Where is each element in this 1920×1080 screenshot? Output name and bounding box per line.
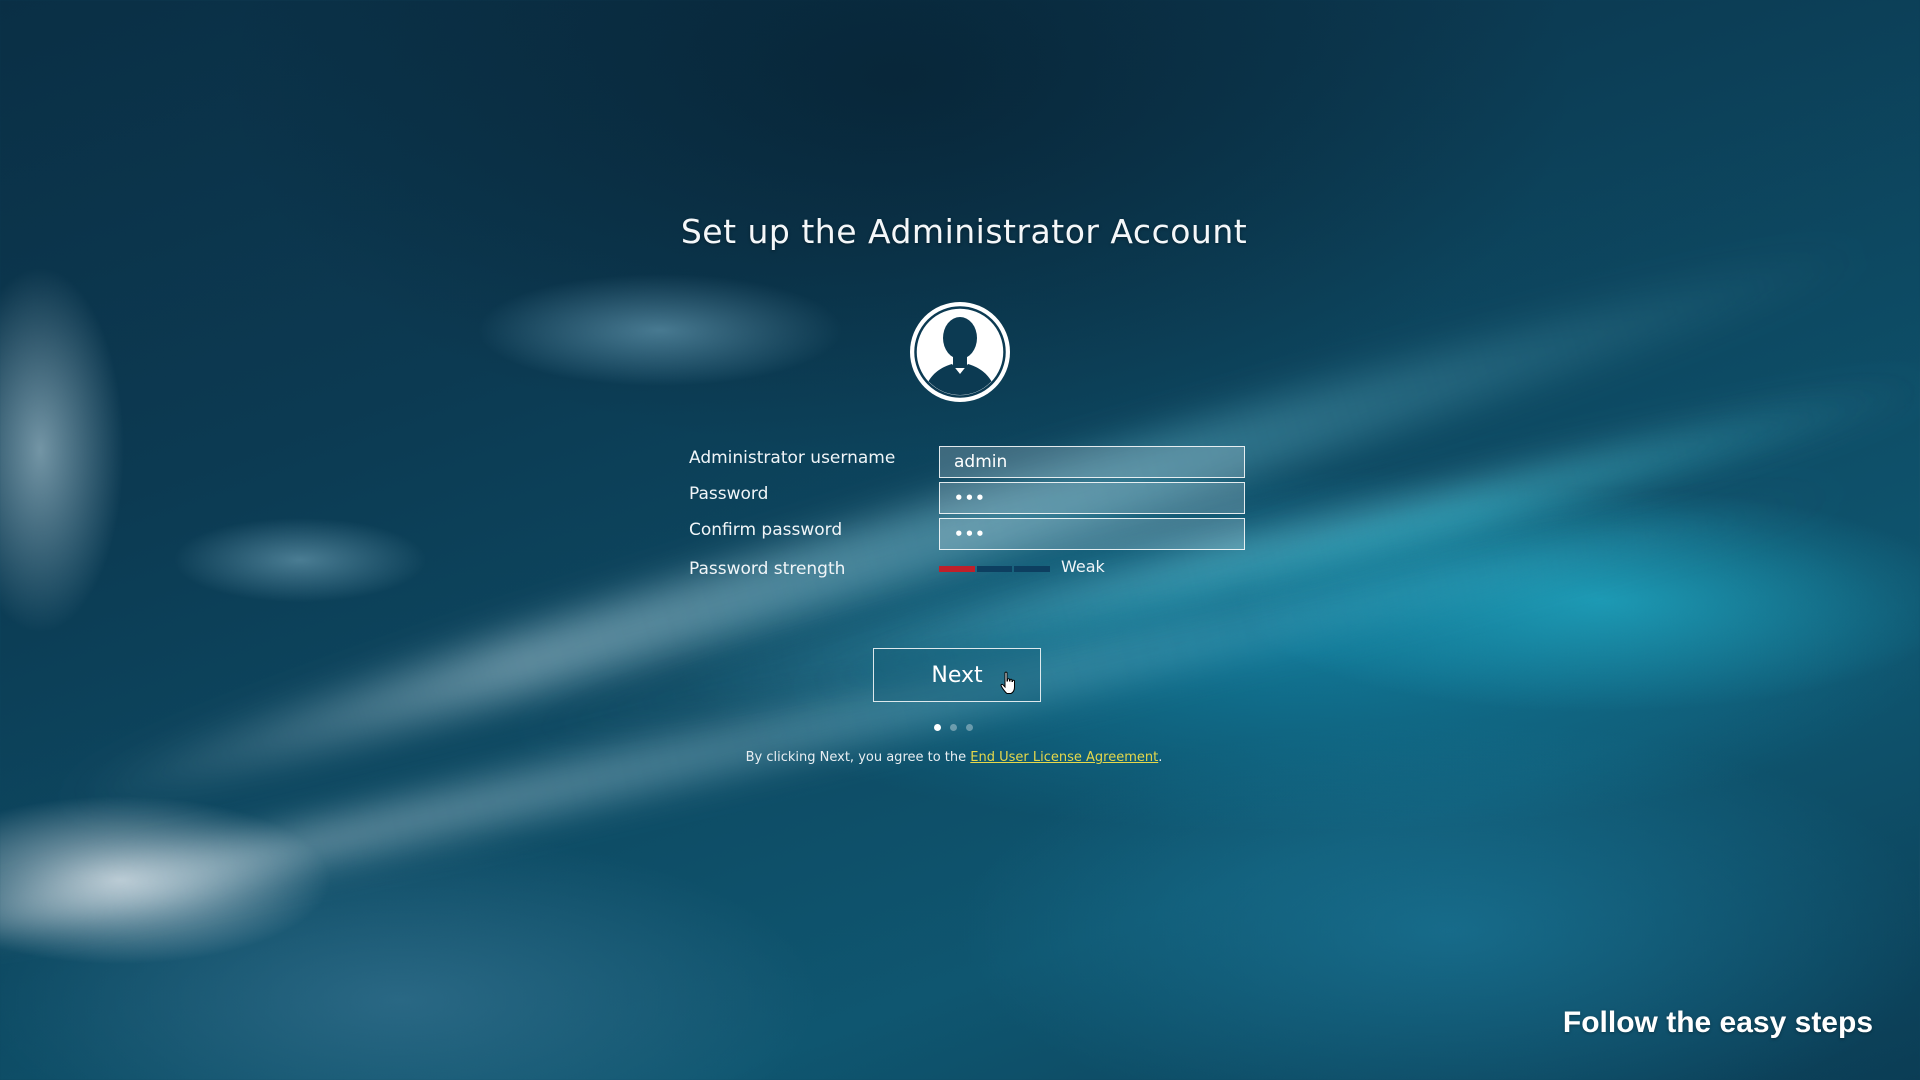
step-dot bbox=[950, 724, 957, 731]
password-strength-value: Weak bbox=[1061, 557, 1105, 576]
eula-notice: By clicking Next, you agree to the End U… bbox=[0, 750, 1908, 765]
password-strength-label: Password strength bbox=[689, 559, 846, 579]
step-dot bbox=[934, 724, 941, 731]
strength-segment bbox=[939, 566, 975, 572]
strength-segment bbox=[976, 566, 1013, 572]
step-dot bbox=[966, 724, 973, 731]
background-light-streak bbox=[0, 461, 1866, 950]
confirm-password-input[interactable] bbox=[939, 518, 1245, 550]
username-label: Administrator username bbox=[689, 448, 896, 468]
user-silhouette-icon bbox=[910, 302, 1010, 402]
eula-prefix: By clicking Next, you agree to the bbox=[745, 750, 971, 765]
username-input[interactable] bbox=[939, 446, 1245, 478]
eula-link[interactable]: End User License Agreement bbox=[970, 750, 1158, 765]
page-title: Set up the Administrator Account bbox=[680, 212, 1248, 251]
password-strength-meter bbox=[939, 566, 1051, 572]
strength-segment bbox=[1014, 566, 1051, 572]
password-label: Password bbox=[689, 484, 769, 504]
step-indicator bbox=[934, 724, 973, 731]
confirm-password-label: Confirm password bbox=[689, 520, 843, 540]
eula-suffix: . bbox=[1158, 750, 1163, 765]
tagline: Follow the easy steps bbox=[1562, 1006, 1873, 1039]
hand-pointer-cursor-icon bbox=[1000, 671, 1015, 694]
password-input[interactable] bbox=[939, 482, 1245, 514]
